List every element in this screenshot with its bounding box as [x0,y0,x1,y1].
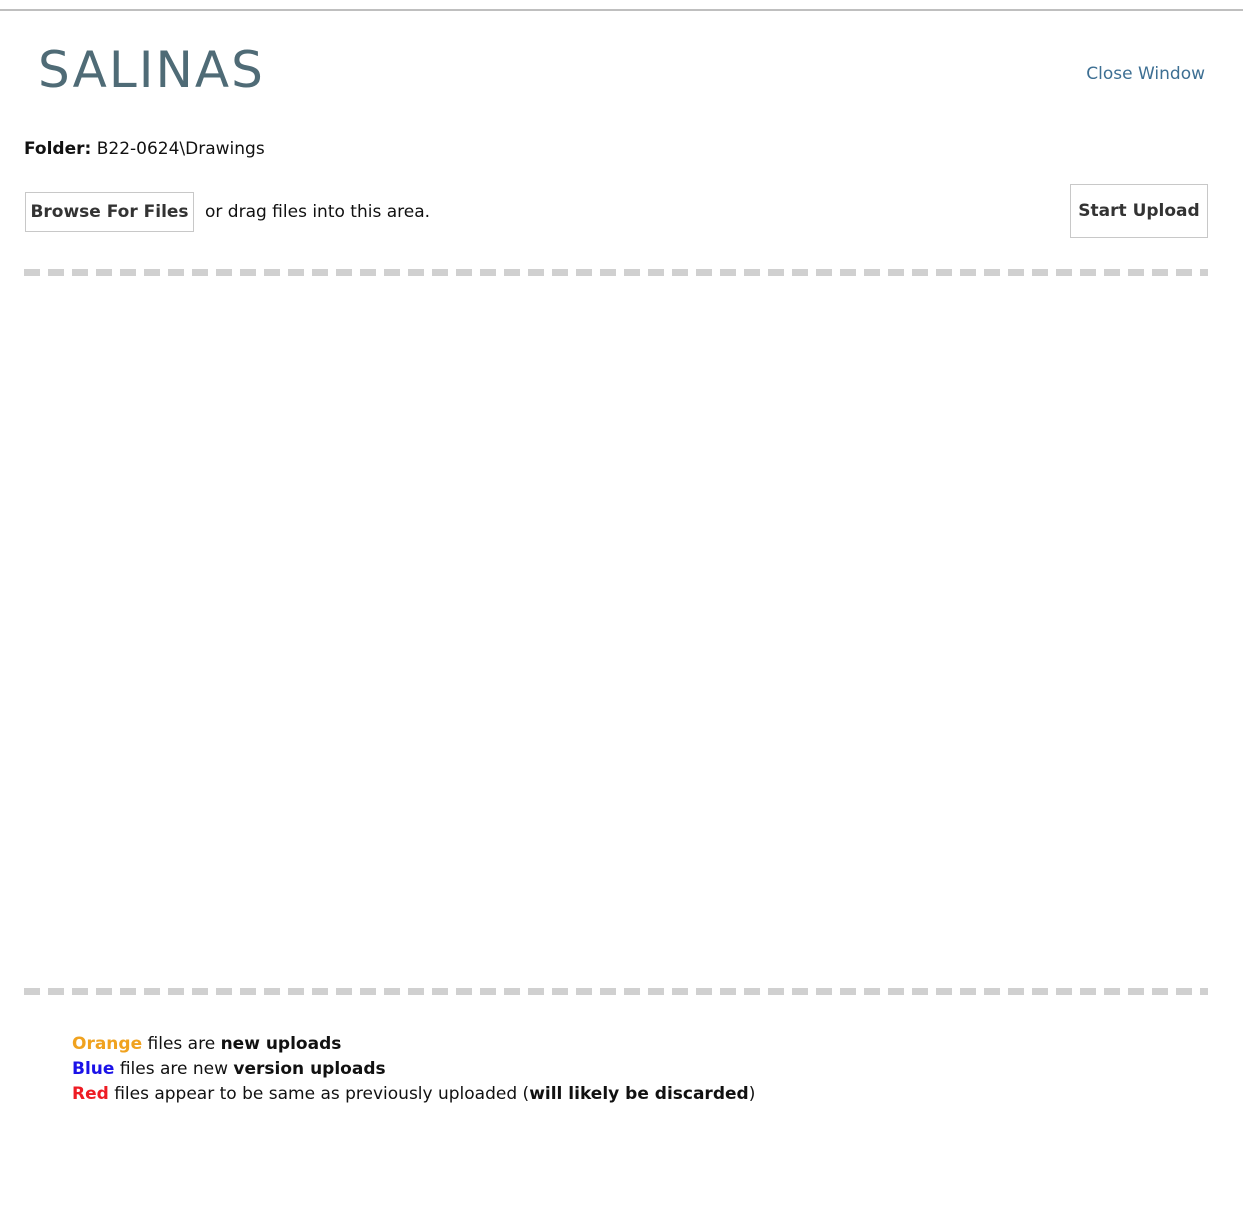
legend-red-emphasis: will likely be discarded [529,1084,749,1104]
top-divider [0,9,1243,11]
folder-path: B22-0624\Drawings [96,139,265,159]
drag-hint: or drag files into this area. [205,202,431,222]
legend-red-word: Red [72,1084,109,1104]
legend-blue: Blue files are new version uploads [72,1057,755,1082]
close-window-link[interactable]: Close Window [1086,64,1205,84]
legend-blue-text: files are new [114,1059,234,1079]
salinas-logo: SALINAS [38,41,265,99]
legend-orange-emphasis: new uploads [220,1034,342,1054]
legend-orange-text: files are [142,1034,221,1054]
browse-for-files-button[interactable]: Browse For Files [25,192,194,232]
file-drop-zone[interactable] [24,269,1208,995]
legend-blue-word: Blue [72,1059,115,1079]
folder-label: Folder: [24,139,92,159]
legend-red-tail: ) [748,1084,756,1104]
legend-orange-word: Orange [72,1034,143,1054]
legend-red-text: files appear to be same as previously up… [108,1084,530,1104]
legend-red: Red files appear to be same as previousl… [72,1082,755,1107]
folder-path-line: Folder: B22-0624\Drawings [24,138,265,160]
start-upload-button[interactable]: Start Upload [1070,184,1208,238]
color-legend: Orange files are new uploads Blue files … [72,1032,755,1107]
drop-zone-bottom-border [24,988,1208,995]
drop-zone-top-border [24,269,1208,276]
legend-orange: Orange files are new uploads [72,1032,755,1057]
legend-blue-emphasis: version uploads [233,1059,386,1079]
